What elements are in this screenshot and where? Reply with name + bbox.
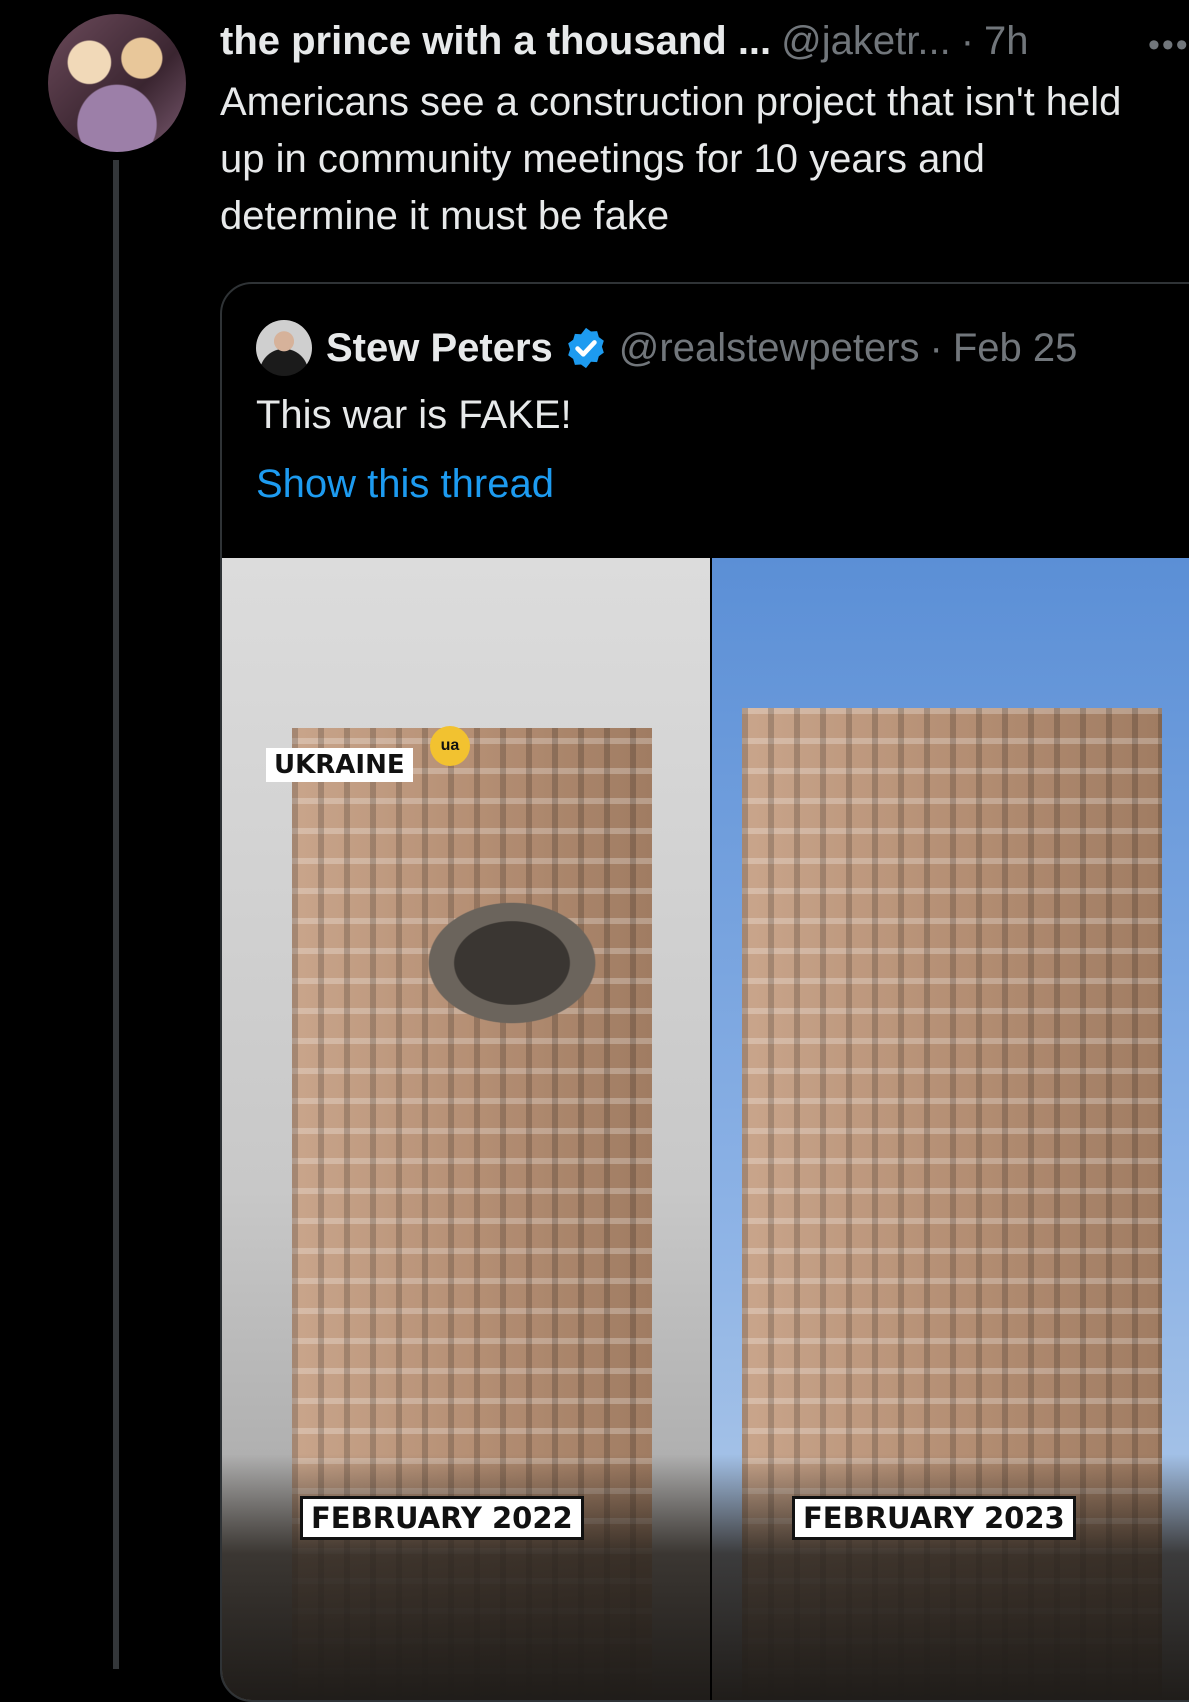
show-thread-link[interactable]: Show this thread [256,456,554,512]
quoted-tweet-date[interactable]: Feb 25 [953,326,1078,371]
tweet-timestamp[interactable]: 7h [984,19,1029,64]
tweet-text: Americans see a construction project tha… [220,80,1122,238]
tweet-header: the prince with a thousand ... @jaketr..… [220,16,1029,66]
trees-foreground-left [222,1454,710,1700]
quoted-header-separator: · [929,325,943,370]
verified-badge-icon [567,327,604,369]
header-separator: · [960,18,975,63]
more-options-icon[interactable]: ••• [1148,26,1188,56]
quoted-author-handle[interactable]: @realstewpeters [619,326,920,371]
quoted-tweet-header: Stew Peters @realstewpeters · Feb 25 [326,320,1077,376]
image-caption-2022: FEBRUARY 2022 [300,1496,584,1540]
quote-tweet-card[interactable]: Stew Peters @realstewpeters · Feb 25 Thi… [220,282,1189,1702]
building-damage [422,898,602,1028]
author-avatar[interactable] [48,14,186,152]
trees-foreground-right [712,1454,1189,1700]
image-panel-damaged-building: UKRAINE ua FEBRUARY 2022 [222,558,710,1700]
thread-connector-line [113,160,119,1669]
ua-logo-badge: ua [430,726,470,766]
quoted-author-avatar[interactable] [256,320,312,376]
image-caption-2023: FEBRUARY 2023 [792,1496,1076,1540]
author-handle[interactable]: @jaketr... [781,19,951,64]
author-display-name[interactable]: the prince with a thousand ... [220,19,771,64]
quoted-author-display-name[interactable]: Stew Peters [326,326,553,371]
quoted-tweet-image[interactable]: UKRAINE ua FEBRUARY 2022 FEBRUARY 2023 [222,558,1189,1700]
image-panel-repaired-building: FEBRUARY 2023 [712,558,1189,1700]
quoted-tweet-text: This war is FAKE! [256,393,572,437]
image-label-ukraine: UKRAINE [266,748,413,782]
